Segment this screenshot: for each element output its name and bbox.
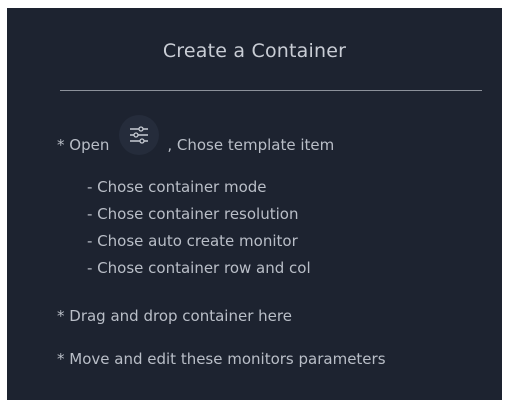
sub-step-mode: - Chose container mode	[87, 178, 267, 196]
create-container-panel: Create a Container * Open , Chose templa…	[7, 8, 502, 400]
sub-step-auto-create: - Chose auto create monitor	[87, 232, 298, 250]
move-edit-instruction: * Move and edit these monitors parameter…	[57, 350, 386, 368]
drag-drop-instruction: * Drag and drop container here	[57, 307, 292, 325]
open-prefix-text: * Open	[57, 136, 110, 154]
title-divider	[60, 90, 482, 91]
sub-step-row-col: - Chose container row and col	[87, 259, 311, 277]
open-suffix-text: , Chose template item	[167, 136, 335, 154]
panel-title: Create a Container	[162, 40, 347, 62]
sliders-icon[interactable]	[119, 115, 160, 155]
open-settings-row: * Open , Chose template item	[57, 109, 334, 181]
sub-step-resolution: - Chose container resolution	[87, 205, 299, 223]
